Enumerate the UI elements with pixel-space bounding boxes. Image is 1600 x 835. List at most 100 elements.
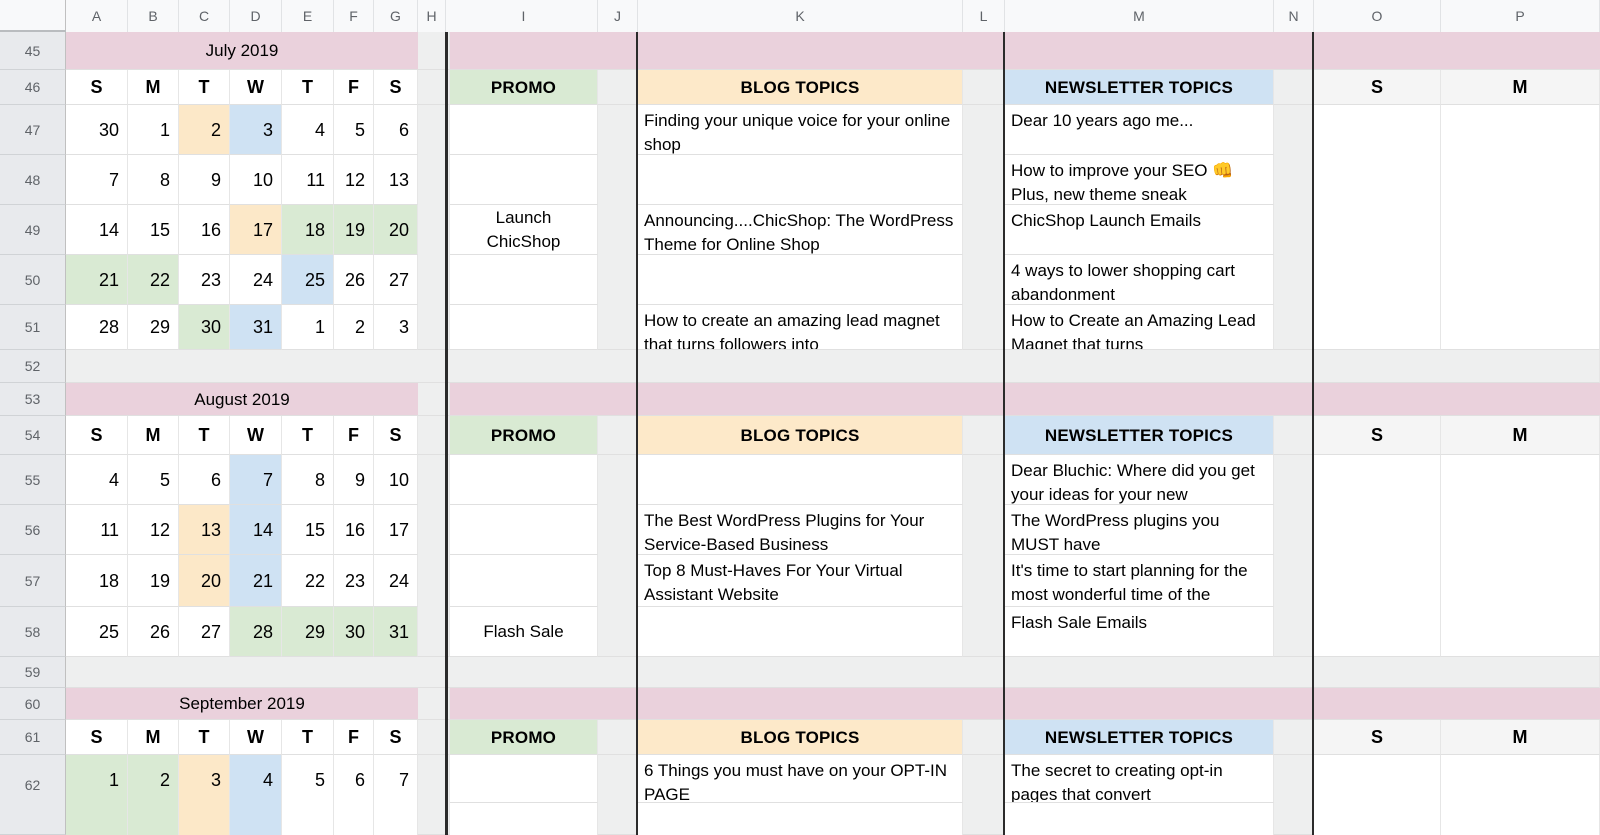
day-cell[interactable]: 11 (66, 505, 128, 555)
day-cell[interactable]: 6 (374, 105, 418, 155)
day-cell[interactable]: 1 (282, 305, 334, 350)
row-header-54[interactable]: 54 (0, 416, 66, 455)
day-cell[interactable]: 4 (230, 755, 282, 835)
blog-cell[interactable] (638, 255, 963, 305)
row-header-51[interactable]: 51 (0, 305, 66, 350)
day-cell[interactable]: 29 (128, 305, 179, 350)
day-cell[interactable]: 31 (230, 305, 282, 350)
row-header-61[interactable]: 61 (0, 720, 66, 755)
row-header-48[interactable]: 48 (0, 155, 66, 205)
day-cell[interactable]: 23 (179, 255, 230, 305)
promo-cell[interactable] (450, 455, 598, 505)
day-cell[interactable]: 8 (282, 455, 334, 505)
newsletter-cell[interactable] (1005, 803, 1274, 835)
row-header-58[interactable]: 58 (0, 607, 66, 657)
promo-cell[interactable] (450, 803, 598, 835)
day-cell[interactable]: 5 (128, 455, 179, 505)
day-cell[interactable]: 1 (66, 755, 128, 835)
day-cell[interactable]: 28 (66, 305, 128, 350)
column-header-D[interactable]: D (230, 0, 282, 32)
month-title-july[interactable]: July 2019 (66, 32, 418, 70)
newsletter-cell[interactable]: ChicShop Launch Emails (1005, 205, 1274, 255)
day-cell[interactable]: 7 (374, 755, 418, 835)
day-cell[interactable]: 8 (128, 155, 179, 205)
day-cell[interactable]: 28 (230, 607, 282, 657)
promo-cell[interactable] (450, 555, 598, 607)
day-cell[interactable]: 20 (374, 205, 418, 255)
blog-cell[interactable]: The Best WordPress Plugins for Your Serv… (638, 505, 963, 555)
blog-cell[interactable] (638, 607, 963, 657)
newsletter-cell[interactable]: Flash Sale Emails (1005, 607, 1274, 657)
month-title-september[interactable]: September 2019 (66, 688, 418, 720)
column-header-K[interactable]: K (638, 0, 963, 32)
day-cell[interactable]: 12 (334, 155, 374, 205)
row-header-60[interactable]: 60 (0, 688, 66, 720)
column-header-G[interactable]: G (374, 0, 418, 32)
day-cell[interactable]: 18 (282, 205, 334, 255)
day-cell[interactable]: 26 (334, 255, 374, 305)
day-cell[interactable]: 19 (334, 205, 374, 255)
day-cell[interactable]: 30 (66, 105, 128, 155)
day-cell[interactable]: 4 (282, 105, 334, 155)
day-cell[interactable]: 3 (179, 755, 230, 835)
day-cell[interactable]: 6 (334, 755, 374, 835)
column-header-H[interactable]: H (418, 0, 446, 32)
empty-cell-p[interactable] (1441, 755, 1600, 835)
day-cell[interactable]: 10 (230, 155, 282, 205)
day-cell[interactable]: 30 (179, 305, 230, 350)
newsletter-cell[interactable]: 4 ways to lower shopping cart abandonmen… (1005, 255, 1274, 305)
row-header-46[interactable]: 46 (0, 70, 66, 105)
day-cell[interactable]: 9 (334, 455, 374, 505)
empty-cell-o[interactable] (1314, 455, 1441, 657)
row-header-55[interactable]: 55 (0, 455, 66, 505)
day-cell[interactable]: 3 (374, 305, 418, 350)
blog-cell[interactable]: Finding your unique voice for your onlin… (638, 105, 963, 155)
newsletter-cell[interactable]: Dear 10 years ago me... (1005, 105, 1274, 155)
day-cell[interactable]: 7 (230, 455, 282, 505)
promo-cell[interactable] (450, 505, 598, 555)
day-cell[interactable]: 26 (128, 607, 179, 657)
day-cell[interactable]: 14 (230, 505, 282, 555)
day-cell[interactable]: 16 (334, 505, 374, 555)
blog-cell[interactable] (638, 155, 963, 205)
row-header-62[interactable]: 62 (0, 755, 66, 835)
row-header-56[interactable]: 56 (0, 505, 66, 555)
blog-cell[interactable]: Top 8 Must-Haves For Your Virtual Assist… (638, 555, 963, 607)
day-cell[interactable]: 13 (374, 155, 418, 205)
day-cell[interactable]: 15 (128, 205, 179, 255)
select-all-corner[interactable] (0, 0, 66, 32)
day-cell[interactable]: 4 (66, 455, 128, 505)
day-cell[interactable]: 22 (128, 255, 179, 305)
column-header-L[interactable]: L (963, 0, 1005, 32)
promo-cell[interactable] (450, 155, 598, 205)
column-header-N[interactable]: N (1274, 0, 1314, 32)
day-cell[interactable]: 3 (230, 105, 282, 155)
column-header-O[interactable]: O (1314, 0, 1441, 32)
blog-cell[interactable]: Announcing....ChicShop: The WordPress Th… (638, 205, 963, 255)
day-cell[interactable]: 27 (179, 607, 230, 657)
day-cell[interactable]: 2 (179, 105, 230, 155)
row-header-52[interactable]: 52 (0, 350, 66, 383)
column-header-F[interactable]: F (334, 0, 374, 32)
column-header-B[interactable]: B (128, 0, 179, 32)
day-cell[interactable]: 5 (334, 105, 374, 155)
newsletter-cell[interactable]: The secret to creating opt-in pages that… (1005, 755, 1274, 803)
newsletter-cell[interactable]: It's time to start planning for the most… (1005, 555, 1274, 607)
promo-cell[interactable] (450, 255, 598, 305)
day-cell[interactable]: 15 (282, 505, 334, 555)
column-header-A[interactable]: A (66, 0, 128, 32)
day-cell[interactable]: 2 (128, 755, 179, 835)
day-cell[interactable]: 31 (374, 607, 418, 657)
day-cell[interactable]: 5 (282, 755, 334, 835)
day-cell[interactable]: 27 (374, 255, 418, 305)
day-cell[interactable]: 29 (282, 607, 334, 657)
row-header-59[interactable]: 59 (0, 657, 66, 688)
day-cell[interactable]: 7 (66, 155, 128, 205)
day-cell[interactable]: 24 (230, 255, 282, 305)
blog-cell[interactable]: 6 Things you must have on your OPT-IN PA… (638, 755, 963, 803)
day-cell[interactable]: 21 (230, 555, 282, 607)
row-header-49[interactable]: 49 (0, 205, 66, 255)
day-cell[interactable]: 12 (128, 505, 179, 555)
promo-cell[interactable] (450, 105, 598, 155)
day-cell[interactable]: 9 (179, 155, 230, 205)
